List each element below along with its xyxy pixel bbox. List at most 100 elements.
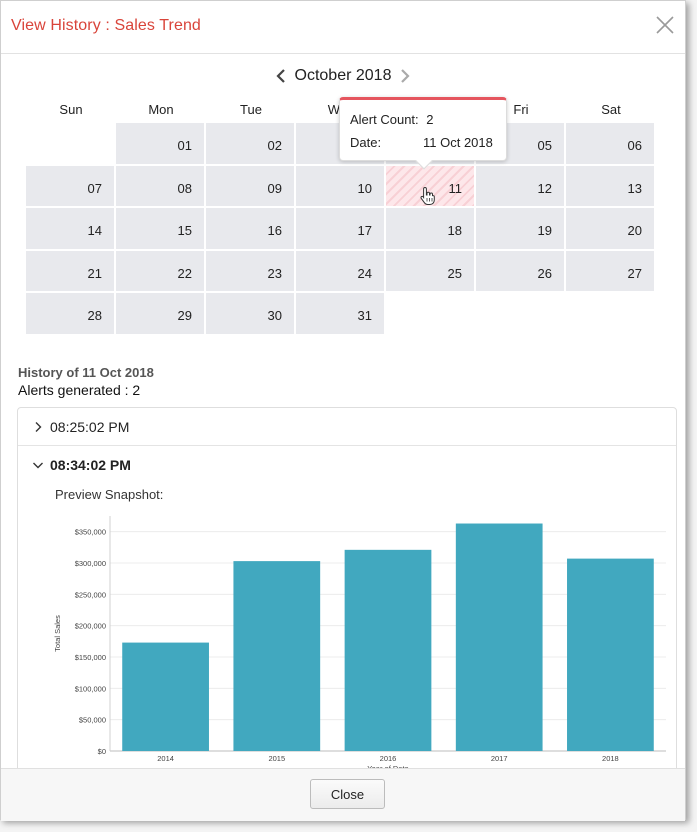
calendar-day-02[interactable]: 02 — [206, 123, 294, 164]
history-panel: 08:25:02 PM 08:34:02 PM Preview Snapshot… — [17, 407, 677, 768]
calendar-empty-cell — [386, 293, 474, 334]
y-axis-label: Total Sales — [53, 615, 62, 652]
calendar-day-08[interactable]: 08 — [116, 165, 204, 206]
calendar-day-14[interactable]: 14 — [26, 208, 114, 249]
calendar-day-28[interactable]: 28 — [26, 293, 114, 334]
calendar-day-24[interactable]: 24 — [296, 250, 384, 291]
month-label: October 2018 — [294, 67, 392, 84]
history-dialog: View History : Sales Trend October 2018 … — [0, 0, 686, 821]
chevron-right-icon — [32, 420, 44, 432]
y-tick-label: $350,000 — [75, 528, 106, 537]
calendar-day-01[interactable]: 01 — [116, 123, 204, 164]
calendar-day-number: 31 — [357, 308, 372, 323]
close-button[interactable]: Close — [310, 779, 385, 809]
calendar-day-number: 15 — [177, 223, 192, 238]
calendar-day-21[interactable]: 21 — [26, 250, 114, 291]
chevron-left-icon[interactable] — [275, 68, 287, 84]
calendar-day-number: 21 — [87, 265, 102, 281]
dialog-footer: Close — [1, 768, 685, 821]
history-entry-expanded[interactable]: 08:34:02 PM — [18, 446, 676, 484]
calendar-day-number: 22 — [177, 265, 192, 281]
calendar-day-16[interactable]: 16 — [206, 208, 294, 249]
calendar-day-12[interactable]: 12 — [476, 165, 564, 206]
alert-tooltip: Alert Count: 2 Date: 11 Oct 2018 — [339, 97, 507, 170]
calendar-day-27[interactable]: 27 — [566, 250, 654, 291]
calendar-day-number: 07 — [87, 180, 102, 196]
alert-date-label: Date: — [350, 135, 382, 150]
weekday-label: Sat — [601, 102, 621, 117]
y-tick-label: $200,000 — [75, 622, 106, 631]
x-tick-label: 2016 — [380, 754, 397, 763]
calendar-day-number: 10 — [357, 180, 372, 196]
x-tick-label: 2017 — [491, 754, 508, 763]
calendar-day-number: 30 — [267, 308, 282, 323]
calendar-day-number: 23 — [267, 265, 282, 281]
calendar-empty-cell — [476, 293, 564, 334]
calendar-empty-cell — [566, 293, 654, 334]
calendar-day-number: 25 — [447, 265, 462, 281]
history-entry-time: 08:25:02 PM — [50, 419, 130, 435]
calendar-day-19[interactable]: 19 — [476, 208, 564, 249]
close-icon[interactable] — [653, 13, 677, 37]
bar-2018 — [567, 558, 654, 751]
calendar-day-25[interactable]: 25 — [386, 250, 474, 291]
weekday-label: Mon — [148, 102, 174, 117]
weekday-label: Tue — [240, 102, 262, 117]
calendar-day-number: 01 — [177, 138, 192, 153]
chevron-right-icon[interactable] — [399, 68, 411, 84]
calendar-day-number: 20 — [627, 223, 642, 238]
alert-date-value: 11 Oct 2018 — [423, 135, 493, 150]
preview-snapshot-label: Preview Snapshot: — [55, 487, 164, 502]
calendar-empty-cell — [26, 123, 114, 164]
calendar-day-number: 26 — [537, 265, 552, 281]
calendar-day-13[interactable]: 13 — [566, 165, 654, 206]
weekday-label: Sun — [59, 102, 83, 117]
x-tick-label: 2018 — [602, 754, 619, 763]
calendar-day-number: 14 — [87, 223, 102, 238]
calendar-day-number: 29 — [177, 308, 192, 323]
calendar-day-07[interactable]: 07 — [26, 165, 114, 206]
calendar-day-22[interactable]: 22 — [116, 250, 204, 291]
calendar-day-29[interactable]: 29 — [116, 293, 204, 334]
calendar-day-number: 19 — [537, 223, 552, 238]
dialog-content: October 2018 SunMonTueWedThuFriSat 01020… — [1, 55, 685, 768]
calendar-day-number: 17 — [357, 223, 372, 238]
calendar-day-09[interactable]: 09 — [206, 165, 294, 206]
history-entry-time: 08:34:02 PM — [50, 457, 131, 473]
bar-2017 — [455, 523, 543, 751]
dialog-header: View History : Sales Trend — [1, 1, 685, 54]
y-tick-label: $100,000 — [75, 684, 106, 693]
chevron-down-icon — [32, 458, 44, 470]
bar-2014 — [122, 642, 209, 751]
calendar-day-number: 18 — [447, 223, 462, 238]
alert-count-label: Alert Count: — [350, 112, 419, 127]
history-entry-collapsed[interactable]: 08:25:02 PM — [18, 408, 676, 446]
calendar-day-number: 02 — [267, 138, 282, 153]
month-navigator: October 2018 — [1, 67, 685, 89]
calendar-day-23[interactable]: 23 — [206, 250, 294, 291]
y-tick-label: $0 — [98, 747, 106, 756]
calendar-day-number: 24 — [357, 265, 372, 281]
calendar-day-10[interactable]: 10 — [296, 165, 384, 206]
calendar-day-number: 06 — [627, 138, 642, 153]
y-tick-label: $150,000 — [75, 653, 106, 662]
bar-2016 — [344, 549, 432, 751]
calendar-day-06[interactable]: 06 — [566, 123, 654, 164]
calendar-day-15[interactable]: 15 — [116, 208, 204, 249]
calendar-day-30[interactable]: 30 — [206, 293, 294, 334]
calendar-day-number: 28 — [87, 308, 102, 323]
alert-count-value: 2 — [426, 112, 434, 127]
y-tick-label: $50,000 — [79, 716, 106, 725]
y-tick-label: $300,000 — [75, 559, 106, 568]
calendar-day-18[interactable]: 18 — [386, 208, 474, 249]
calendar-day-17[interactable]: 17 — [296, 208, 384, 249]
calendar-day-number: 09 — [267, 180, 282, 196]
calendar-day-31[interactable]: 31 — [296, 293, 384, 334]
y-tick-label: $250,000 — [75, 590, 106, 599]
sales-bar-chart: $0 $50,000 $100,000 $150,000 $200,000 $250,00… — [53, 516, 666, 768]
calendar-day-number: 16 — [267, 223, 282, 238]
calendar-day-26[interactable]: 26 — [476, 250, 564, 291]
calendar-day-number: 05 — [537, 138, 552, 153]
calendar-day-20[interactable]: 20 — [566, 208, 654, 249]
alerts-generated: Alerts generated : 2 — [18, 382, 141, 398]
